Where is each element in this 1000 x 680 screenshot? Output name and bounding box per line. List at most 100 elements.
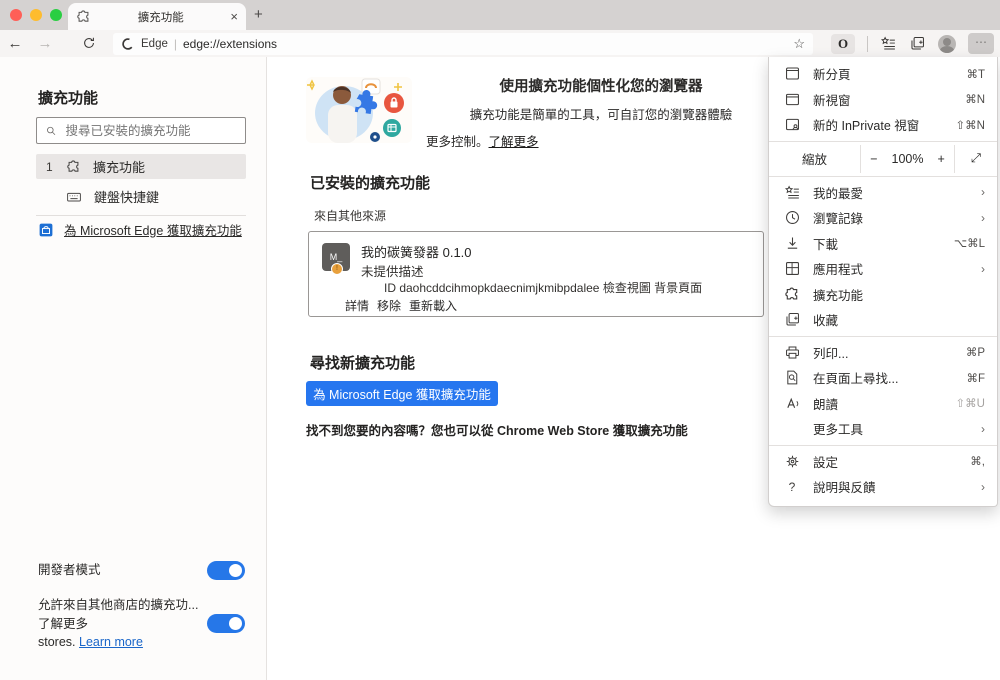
details-button[interactable]: 詳情 bbox=[345, 297, 369, 314]
background-page-link[interactable]: 背景頁面 bbox=[654, 281, 702, 295]
remove-button[interactable]: 移除 bbox=[377, 297, 401, 314]
hero-more-control: 更多控制。了解更多 bbox=[426, 135, 539, 149]
menu-divider bbox=[769, 335, 997, 337]
print-icon bbox=[785, 346, 799, 359]
submenu-arrow-icon: › bbox=[981, 185, 985, 200]
minimize-window-button[interactable] bbox=[30, 9, 42, 21]
toolbar-divider bbox=[867, 35, 868, 52]
hero-text: 使用擴充功能個性化您的瀏覽器 擴充功能是簡單的工具，可自訂您的瀏覽器體驗 更多控… bbox=[426, 75, 776, 150]
settings-menu-button[interactable]: ⋯ bbox=[968, 33, 994, 54]
favorite-star-icon[interactable]: ☆ bbox=[793, 36, 805, 52]
new-window-icon bbox=[785, 93, 799, 105]
zoom-value: 100% bbox=[891, 151, 924, 166]
menu-item-history[interactable]: 瀏覽記錄 › bbox=[769, 205, 997, 231]
other-stores-label: 允許來自其他商店的擴充功... 了解更多 stores. Learn more bbox=[38, 597, 199, 650]
extension-card: M_ ! 我的碳簧發器 0.1.0 未提供描述 ID daohcddcihmop… bbox=[308, 231, 764, 317]
learn-more-link[interactable]: Learn more bbox=[79, 635, 143, 649]
gear-icon bbox=[785, 454, 799, 468]
help-icon: ? bbox=[788, 479, 796, 494]
sidebar-item-label: 擴充功能 bbox=[93, 160, 146, 175]
menu-divider bbox=[769, 140, 997, 142]
menu-item-inprivate[interactable]: 新的 InPrivate 視窗 ⇧⌘N bbox=[769, 112, 997, 138]
search-icon bbox=[47, 126, 56, 135]
search-box[interactable] bbox=[36, 117, 246, 144]
refresh-icon[interactable] bbox=[74, 35, 104, 52]
keyboard-icon bbox=[67, 192, 81, 201]
sidebar-item-extensions[interactable]: 1 擴充功能 bbox=[36, 154, 246, 179]
menu-item-find[interactable]: 在頁面上尋找... ⌘F bbox=[769, 365, 997, 391]
back-icon[interactable]: ← bbox=[0, 35, 30, 52]
maximize-window-button[interactable] bbox=[50, 9, 62, 21]
menu-item-favorites[interactable]: 我的最愛 › bbox=[769, 180, 997, 206]
tab-close-icon[interactable]: × bbox=[230, 9, 238, 24]
browser-tab[interactable]: 擴充功能 × bbox=[68, 3, 246, 30]
history-icon bbox=[785, 211, 799, 225]
menu-item-read-aloud[interactable]: 朗讀 ⇧⌘U bbox=[769, 391, 997, 417]
forward-icon: → bbox=[37, 35, 53, 52]
sidebar-store-row[interactable]: 為 Microsoft Edge 獲取擴充功能 bbox=[38, 220, 242, 239]
toolbar-actions: O ⋯ bbox=[831, 30, 994, 57]
find-on-page-icon bbox=[786, 370, 797, 385]
get-extensions-link[interactable]: 為 Microsoft Edge 獲取擴充功能 bbox=[64, 220, 242, 239]
menu-item-new-window[interactable]: 新視窗 ⌘N bbox=[769, 87, 997, 113]
sidebar-title: 擴充功能 bbox=[38, 90, 99, 107]
zoom-out-button[interactable]: − bbox=[870, 152, 877, 166]
collections-icon[interactable] bbox=[909, 35, 926, 52]
menu-item-apps[interactable]: 應用程式 › bbox=[769, 256, 997, 282]
discover-section-title: 尋找新擴充功能 bbox=[310, 355, 416, 372]
settings-dropdown-menu: 新分頁 ⌘T 新視窗 ⌘N 新的 InPrivate 視窗 ⇧⌘N 縮放 − 1… bbox=[768, 57, 998, 507]
puzzle-icon bbox=[67, 160, 79, 172]
sidebar-item-label: 鍵盤快捷鍵 bbox=[94, 190, 160, 205]
hero-subtitle: 擴充功能是簡單的工具，可自訂您的瀏覽器體驗 bbox=[469, 108, 733, 122]
warning-badge-icon: ! bbox=[331, 263, 343, 275]
extensions-tab-icon bbox=[77, 10, 89, 22]
other-stores-toggle[interactable] bbox=[207, 614, 245, 634]
menu-item-new-tab[interactable]: 新分頁 ⌘T bbox=[769, 61, 997, 87]
menu-item-more-tools[interactable]: 更多工具 › bbox=[769, 416, 997, 442]
menu-item-downloads[interactable]: 下載 ⌥⌘L bbox=[769, 231, 997, 257]
extension-actions: 詳情 移除 重新載入 bbox=[345, 297, 457, 314]
downloads-icon bbox=[786, 236, 798, 249]
profile-avatar[interactable] bbox=[938, 34, 956, 53]
menu-item-print[interactable]: 列印... ⌘P bbox=[769, 340, 997, 366]
menu-item-collections[interactable]: 收藏 bbox=[769, 307, 997, 333]
installed-section-title: 已安裝的擴充功能 bbox=[310, 175, 431, 192]
read-aloud-icon bbox=[786, 398, 798, 409]
inspect-views-label: 檢查視圖 bbox=[602, 281, 651, 295]
favorites-icon[interactable] bbox=[880, 35, 897, 52]
apps-icon bbox=[785, 262, 799, 276]
browser-window: 擴充功能 × + ← → Edge | edge://extensions ☆ … bbox=[0, 0, 1000, 680]
source-label: 來自其他來源 bbox=[314, 209, 387, 223]
new-tab-button[interactable]: + bbox=[254, 6, 263, 23]
extension-o-icon[interactable]: O bbox=[831, 33, 855, 54]
menu-divider bbox=[769, 175, 997, 177]
fullscreen-icon[interactable]: ⤢ bbox=[955, 145, 997, 173]
hero-illustration bbox=[306, 77, 412, 143]
hero-learn-more-link[interactable]: 了解更多 bbox=[489, 135, 539, 149]
menu-item-help[interactable]: ? 說明與反饋 › bbox=[769, 474, 997, 500]
hero-title: 使用擴充功能個性化您的瀏覽器 bbox=[499, 79, 703, 95]
sidebar-bottom: 開發者模式 允許來自其他商店的擴充功... 了解更多 stores. Learn… bbox=[0, 560, 267, 652]
sidebar-item-marker: 1 bbox=[46, 159, 53, 174]
zoom-label: 縮放 bbox=[769, 144, 861, 173]
menu-item-extensions[interactable]: 擴充功能 bbox=[769, 282, 997, 308]
close-window-button[interactable] bbox=[10, 9, 22, 21]
extensions-icon bbox=[785, 287, 798, 300]
zoom-in-button[interactable]: + bbox=[937, 152, 944, 166]
other-stores-row: 允許來自其他商店的擴充功... 了解更多 stores. Learn more bbox=[0, 596, 267, 652]
url-text[interactable]: edge://extensions bbox=[183, 37, 787, 51]
zoom-row: 縮放 − 100% + ⤢ bbox=[769, 144, 997, 173]
submenu-arrow-icon: › bbox=[981, 210, 985, 225]
reload-button[interactable]: 重新載入 bbox=[409, 297, 457, 314]
store-icon bbox=[39, 223, 53, 236]
get-extensions-button[interactable]: 為 Microsoft Edge 獲取擴充功能 bbox=[306, 381, 498, 406]
collections-icon bbox=[785, 313, 799, 326]
dev-mode-toggle[interactable] bbox=[207, 560, 245, 580]
sidebar-item-shortcuts[interactable]: 鍵盤快捷鍵 bbox=[36, 184, 246, 209]
search-input[interactable] bbox=[65, 123, 237, 138]
extension-description: 未提供描述 bbox=[361, 265, 424, 279]
address-bar[interactable]: Edge | edge://extensions ☆ bbox=[113, 33, 813, 55]
menu-item-settings[interactable]: 設定 ⌘, bbox=[769, 449, 997, 475]
dev-mode-row: 開發者模式 bbox=[0, 560, 267, 580]
